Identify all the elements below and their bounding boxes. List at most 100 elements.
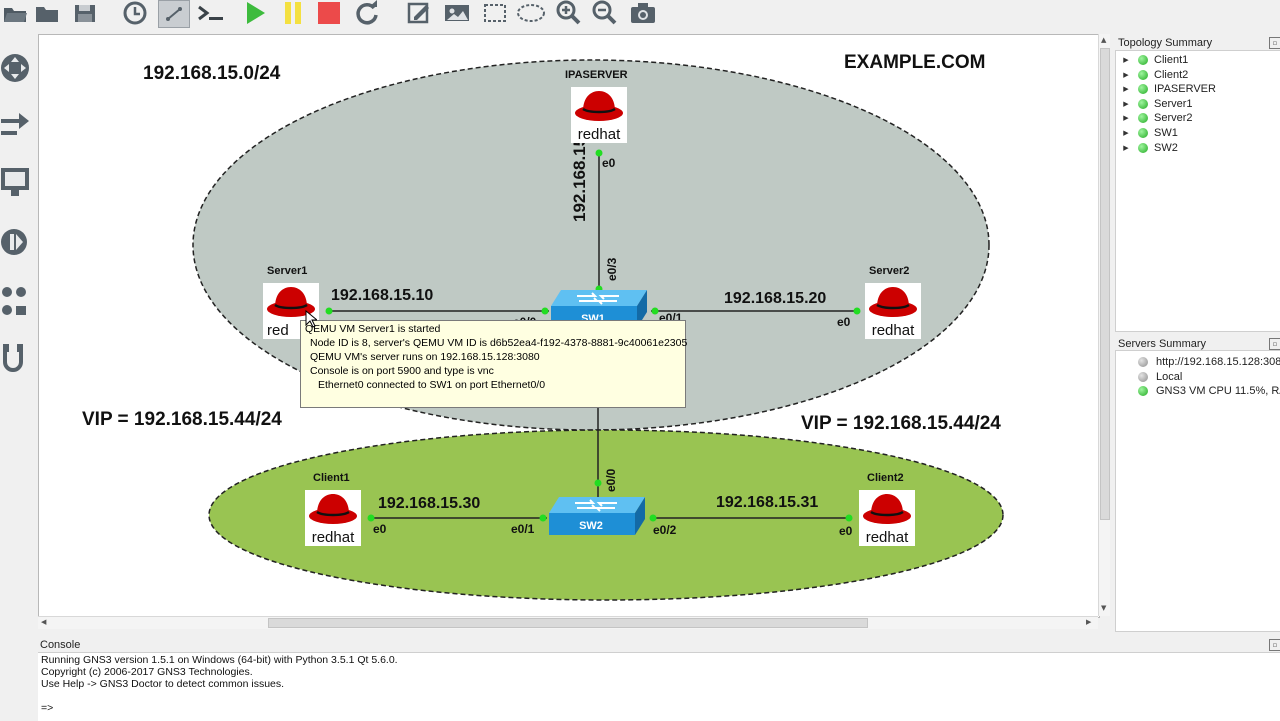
undock-icon[interactable]: ▫ <box>1269 338 1280 350</box>
vip-label-right: VIP = 192.168.15.44/24 <box>801 413 1001 434</box>
screenshot-icon[interactable] <box>628 0 658 26</box>
topology-item[interactable]: ▶ IPASERVER <box>1120 82 1216 96</box>
node-client1[interactable]: redhat <box>305 490 361 546</box>
scroll-down-icon[interactable]: ▼ <box>1101 604 1106 612</box>
save-icon[interactable] <box>70 0 100 26</box>
server-status-dot-icon <box>1138 357 1148 367</box>
security-devices-icon[interactable] <box>0 220 34 264</box>
zoom-in-icon[interactable] <box>554 0 584 26</box>
server-item-label: http://192.168.15.128:3080 <box>1156 356 1280 368</box>
expand-arrow-icon[interactable]: ▶ <box>1120 100 1132 108</box>
insert-picture-icon[interactable] <box>442 0 472 26</box>
console-icon[interactable] <box>196 0 226 26</box>
redhat-icon: redhat <box>865 283 921 339</box>
redhat-text: red <box>267 322 289 339</box>
server-item[interactable]: http://192.168.15.128:3080 <box>1134 355 1280 369</box>
console-output[interactable]: Running GNS3 version 1.5.1 on Windows (6… <box>38 652 1280 721</box>
stop-icon[interactable] <box>314 0 344 26</box>
console-prompt[interactable]: => <box>41 702 53 714</box>
zoom-out-icon[interactable] <box>590 0 620 26</box>
node-sw2[interactable]: SW2 <box>547 495 647 539</box>
status-dot-icon <box>1138 69 1148 80</box>
link-status-dot <box>541 307 549 315</box>
routers-icon[interactable] <box>0 46 34 90</box>
switches-icon[interactable] <box>0 102 34 146</box>
scroll-right-icon[interactable]: ▶ <box>1086 618 1091 626</box>
draw-ellipse-icon[interactable] <box>516 0 546 26</box>
expand-arrow-icon[interactable]: ▶ <box>1120 56 1132 64</box>
topology-item-label: Server1 <box>1154 97 1193 110</box>
topology-summary-panel: ▶ Client1 ▶ Client2 ▶ IPASERVER ▶ Server1 ▶ Serve… <box>1115 50 1280 332</box>
port-label: e0/2 <box>653 523 677 537</box>
snapshot-clock-icon[interactable] <box>120 0 150 26</box>
folder-icon[interactable] <box>32 0 62 26</box>
undock-icon[interactable]: ▫ <box>1269 639 1280 651</box>
server-item-label: Local <box>1156 370 1183 383</box>
topology-item-label: SW1 <box>1154 127 1178 139</box>
status-dot-icon <box>1138 142 1148 153</box>
all-devices-icon[interactable] <box>0 280 34 324</box>
server-status-dot-icon <box>1138 371 1148 382</box>
add-link-icon[interactable] <box>0 340 34 384</box>
open-folder-icon[interactable] <box>0 0 30 26</box>
expand-arrow-icon[interactable]: ▶ <box>1120 144 1132 152</box>
expand-arrow-icon[interactable]: ▶ <box>1120 71 1132 79</box>
tooltip-line: Node ID is 8, server's QEMU VM ID is d6b… <box>310 337 688 349</box>
expand-arrow-icon[interactable]: ▶ <box>1120 114 1132 122</box>
node-label-server1: Server1 <box>267 265 308 277</box>
pause-icon[interactable] <box>278 0 308 26</box>
server-item[interactable]: Local <box>1134 370 1182 384</box>
mouse-pointer-icon <box>305 309 319 328</box>
server-item[interactable]: GNS3 VM CPU 11.5%, RA... <box>1134 384 1280 398</box>
undock-icon[interactable]: ▫ <box>1269 37 1280 49</box>
redhat-icon: redhat <box>859 490 915 546</box>
link-status-dot <box>853 307 861 315</box>
node-ipaserver[interactable]: redhat <box>571 87 627 143</box>
scroll-up-icon[interactable]: ▲ <box>1101 36 1106 44</box>
status-dot-icon <box>1138 128 1148 138</box>
canvas-horizontal-scrollbar[interactable]: ◀ ▶ <box>38 616 1098 629</box>
edit-note-icon[interactable] <box>404 0 434 26</box>
console-line: Running GNS3 version 1.5.1 on Windows (6… <box>41 654 398 666</box>
canvas-vertical-scrollbar[interactable]: ▲ ▼ <box>1098 34 1110 616</box>
topology-item[interactable]: ▶ SW1 <box>1120 126 1178 140</box>
reload-icon[interactable] <box>352 0 382 26</box>
switch-name-text: SW2 <box>579 520 603 532</box>
device-type-bar <box>0 30 36 630</box>
show-interfaces-icon[interactable] <box>158 0 190 28</box>
end-devices-icon[interactable] <box>0 160 34 204</box>
port-label: e0/3 <box>605 257 619 281</box>
expand-arrow-icon[interactable]: ▶ <box>1120 85 1132 93</box>
topology-item-label: Client2 <box>1154 68 1189 81</box>
console-line: Use Help -> GNS3 Doctor to detect common… <box>41 678 285 690</box>
topology-item[interactable]: ▶ Server2 <box>1120 111 1192 125</box>
scroll-left-icon[interactable]: ◀ <box>41 618 46 626</box>
draw-rectangle-icon[interactable] <box>480 0 510 26</box>
node-client2[interactable]: redhat <box>859 490 915 546</box>
node-server2[interactable]: redhat <box>865 283 921 339</box>
topology-item-label: SW2 <box>1154 141 1178 154</box>
link-status-dot <box>845 514 853 522</box>
horizontal-scroll-thumb[interactable] <box>268 618 868 628</box>
vip-label-left: VIP = 192.168.15.44/24 <box>82 409 282 430</box>
tooltip-line: Ethernet0 connected to SW1 on port Ether… <box>318 379 546 391</box>
topology-item[interactable]: ▶ Server1 <box>1120 97 1193 111</box>
server-status-dot-icon <box>1138 386 1148 397</box>
node-label-client2: Client2 <box>867 472 904 484</box>
expand-arrow-icon[interactable]: ▶ <box>1120 129 1132 137</box>
port-label: e0 <box>602 156 616 170</box>
vertical-scroll-thumb[interactable] <box>1100 48 1110 520</box>
port-label: e0/0 <box>604 468 618 492</box>
status-dot-icon <box>1138 84 1148 95</box>
start-icon[interactable] <box>240 0 270 26</box>
redhat-text: redhat <box>872 322 915 339</box>
ip-label-server1: 192.168.15.10 <box>331 287 434 304</box>
topology-item[interactable]: ▶ Client1 <box>1120 53 1188 67</box>
ip-label-client1: 192.168.15.30 <box>378 495 481 512</box>
status-dot-icon <box>1138 113 1148 124</box>
tooltip-line: Console is on port 5900 and type is vnc <box>310 365 494 377</box>
port-label: e0 <box>373 522 387 536</box>
topology-item[interactable]: ▶ SW2 <box>1120 141 1178 155</box>
topology-item[interactable]: ▶ Client2 <box>1120 68 1188 82</box>
node-label-ipaserver: IPASERVER <box>565 69 628 81</box>
